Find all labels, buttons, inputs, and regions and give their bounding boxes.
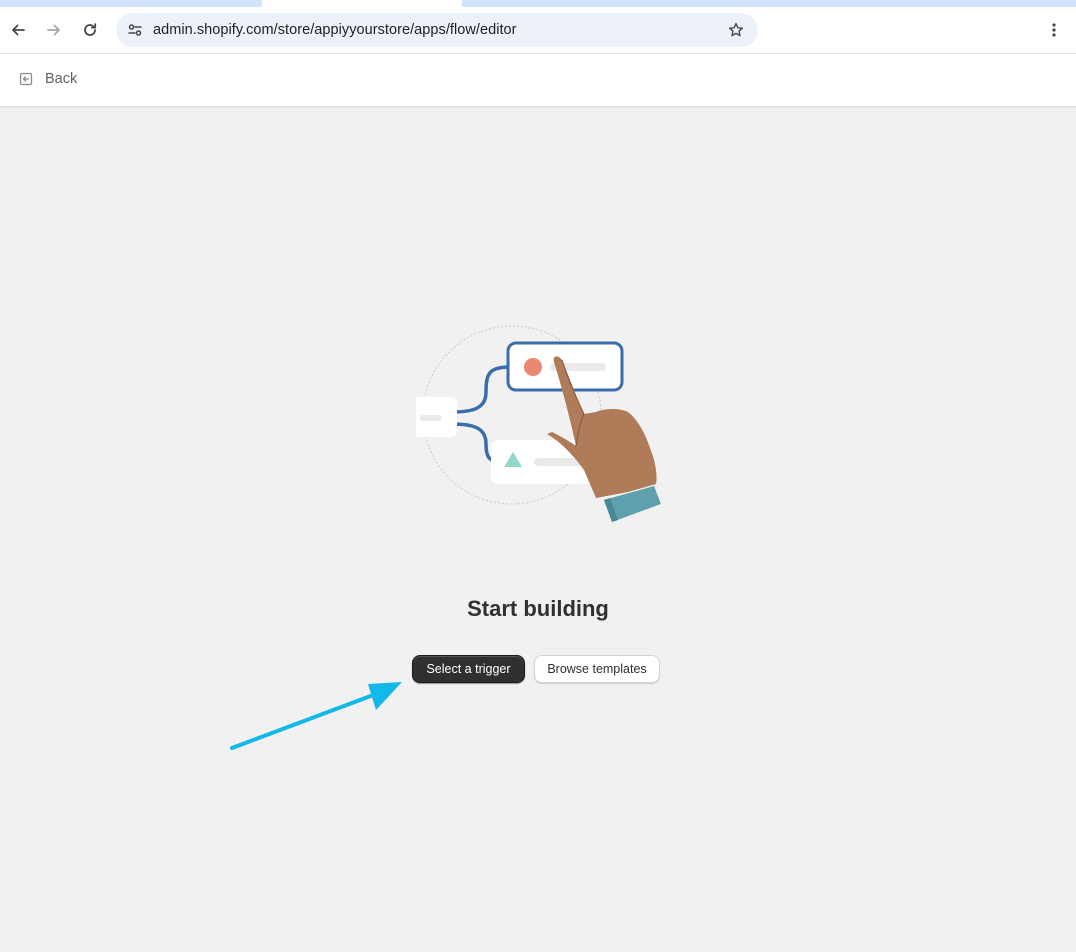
- arrow-left-icon: [12, 24, 25, 36]
- site-info-button[interactable]: [122, 17, 148, 43]
- back-button[interactable]: Back: [18, 71, 77, 87]
- forward-nav-button[interactable]: [39, 15, 69, 45]
- select-trigger-button[interactable]: Select a trigger: [412, 655, 525, 683]
- tab-strip: [0, 0, 1076, 7]
- back-label: Back: [45, 71, 78, 87]
- back-nav-button[interactable]: [3, 15, 33, 45]
- page-title: Start building: [467, 596, 609, 621]
- url-text[interactable]: admin.shopify.com/store/appiyyourstore/a…: [153, 22, 517, 38]
- browse-templates-button[interactable]: Browse templates: [534, 655, 660, 683]
- tune-icon: [128, 24, 142, 36]
- reload-icon: [84, 23, 97, 36]
- exit-icon: [19, 72, 33, 86]
- app-header: Back: [0, 53, 1076, 106]
- annotation-arrow: [230, 682, 402, 750]
- star-icon: [728, 22, 744, 37]
- bookmark-button[interactable]: [724, 19, 748, 41]
- active-tab[interactable]: [262, 0, 462, 7]
- browser-menu-button[interactable]: [1040, 15, 1068, 45]
- reload-button[interactable]: [75, 15, 105, 45]
- address-bar[interactable]: admin.shopify.com/store/appiyyourstore/a…: [116, 13, 758, 47]
- browser-toolbar: admin.shopify.com/store/appiyyourstore/a…: [0, 7, 1076, 53]
- flow-illustration: [416, 325, 661, 522]
- arrow-right-icon: [47, 24, 60, 36]
- more-vertical-icon: [1052, 23, 1056, 37]
